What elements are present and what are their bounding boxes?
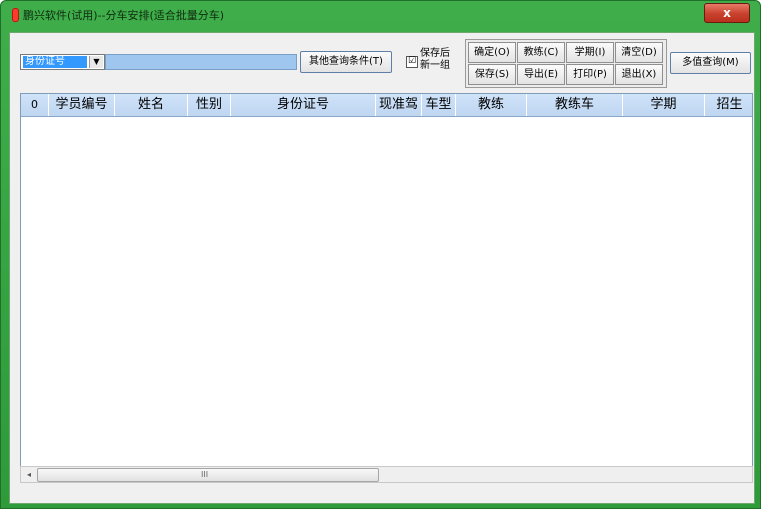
column-header[interactable]: 身份证号 xyxy=(231,94,376,116)
scroll-thumb[interactable]: III xyxy=(37,468,379,482)
action-button-group: 确定(O) 教练(C) 学期(I) 清空(D) 保存(S) 导出(E) 打印(P… xyxy=(465,39,667,88)
column-header[interactable]: 性别 xyxy=(188,94,231,116)
column-header[interactable]: 学员编号 xyxy=(49,94,115,116)
save-button[interactable]: 保存(S) xyxy=(468,64,516,85)
save-new-group-label-line2: 新一组 xyxy=(420,60,450,71)
window-title: 鹏兴软件(试用)--分车安排(适合批量分车) xyxy=(23,9,225,22)
column-header[interactable]: 教练车 xyxy=(527,94,623,116)
save-new-group-checkbox[interactable]: ☑ xyxy=(406,56,418,68)
print-button[interactable]: 打印(P) xyxy=(566,64,614,85)
term-button[interactable]: 学期(I) xyxy=(566,42,614,63)
query-field-select[interactable]: 身份证号 ▼ xyxy=(20,54,105,70)
app-icon xyxy=(12,8,19,22)
column-header[interactable]: 现准驾 xyxy=(376,94,422,116)
export-button[interactable]: 导出(E) xyxy=(517,64,565,85)
column-header[interactable]: 学期 xyxy=(623,94,705,116)
exit-button[interactable]: 退出(X) xyxy=(615,64,663,85)
column-header[interactable]: 车型 xyxy=(422,94,456,116)
horizontal-scrollbar[interactable]: ◂ III xyxy=(20,466,753,483)
multi-value-query-button[interactable]: 多值查询(M) xyxy=(670,52,751,74)
grid-header: 0 学员编号 姓名 性别 身份证号 现准驾 车型 教练 教练车 学期 招生 xyxy=(21,94,752,117)
close-button[interactable]: x xyxy=(704,3,750,23)
title-bar[interactable]: 鹏兴软件(试用)--分车安排(适合批量分车) x xyxy=(1,1,760,31)
scroll-grip-icon: III xyxy=(201,470,209,479)
clear-button[interactable]: 清空(D) xyxy=(615,42,663,63)
query-input[interactable] xyxy=(105,54,297,70)
query-field-select-value: 身份证号 xyxy=(23,56,87,68)
column-header[interactable]: 姓名 xyxy=(115,94,188,116)
data-grid[interactable]: 0 学员编号 姓名 性别 身份证号 现准驾 车型 教练 教练车 学期 招生 xyxy=(20,93,753,467)
column-header[interactable]: 招生 xyxy=(705,94,752,116)
chevron-down-icon[interactable]: ▼ xyxy=(89,56,103,68)
column-header[interactable]: 教练 xyxy=(456,94,527,116)
save-new-group-label-line1: 保存后 xyxy=(420,48,450,59)
confirm-button[interactable]: 确定(O) xyxy=(468,42,516,63)
app-window: 鹏兴软件(试用)--分车安排(适合批量分车) x 身份证号 ▼ 其他查询条件(T… xyxy=(0,0,761,509)
client-area: 身份证号 ▼ 其他查询条件(T) ☑ 保存后 新一组 确定(O) 教练(C) 学… xyxy=(9,32,755,504)
coach-button[interactable]: 教练(C) xyxy=(517,42,565,63)
scroll-left-arrow-icon[interactable]: ◂ xyxy=(21,467,37,482)
other-conditions-button[interactable]: 其他查询条件(T) xyxy=(300,51,392,73)
column-header[interactable]: 0 xyxy=(21,94,49,116)
